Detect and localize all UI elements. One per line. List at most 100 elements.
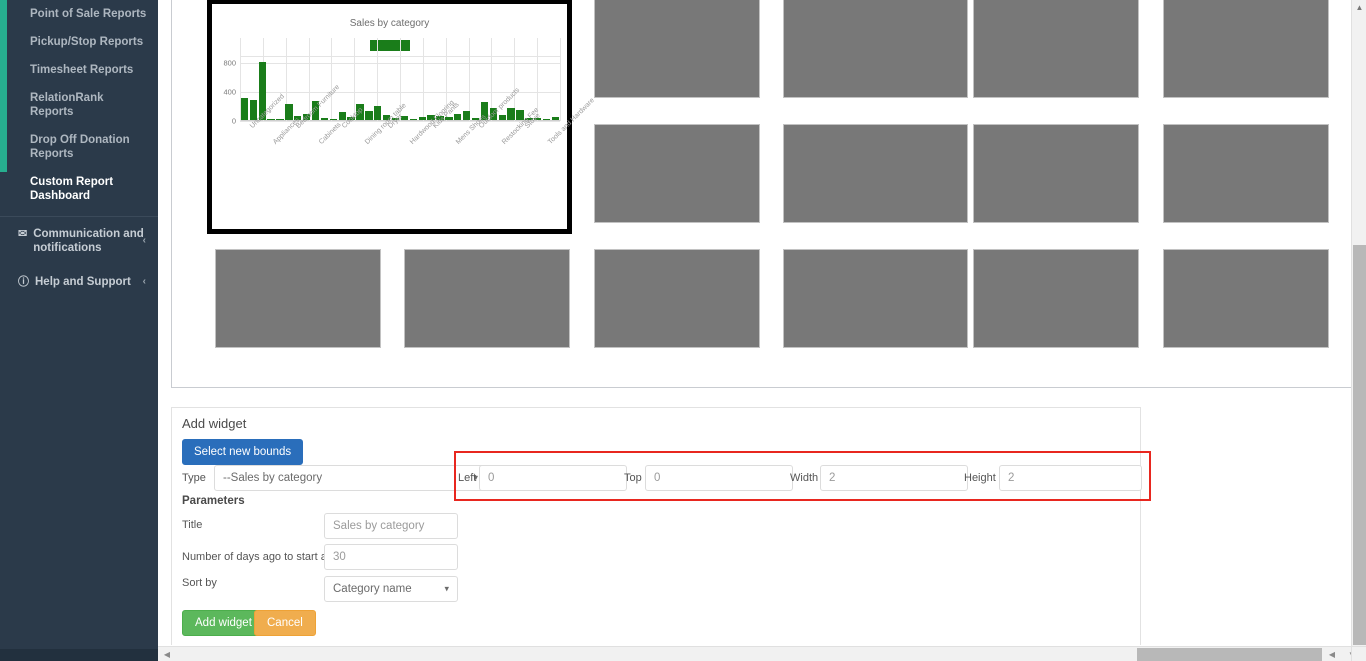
chart-gridline-v (331, 38, 333, 121)
help-circle-icon: ⓘ (18, 276, 29, 288)
bounds-label-width: Width (790, 472, 819, 484)
widget-placeholder[interactable] (594, 249, 760, 348)
dashboard-canvas[interactable]: Sales by category 0 400 800 Uncategorized A… (171, 0, 1353, 388)
widget-placeholder[interactable] (783, 0, 968, 98)
bounds-input-height[interactable] (999, 465, 1142, 491)
chart-x-tick-label: Cabinets (318, 121, 343, 146)
chart-bar (374, 105, 382, 120)
sidebar-section-0[interactable]: ✉ Communication and notifications ‹ (0, 217, 158, 265)
sidebar-nav-list: Point of Sale Reports Pickup/Stop Reports… (0, 0, 158, 299)
bounds-input-width[interactable] (820, 465, 968, 491)
sidebar-item-2[interactable]: Timesheet Reports (0, 56, 158, 84)
select-new-bounds-button[interactable]: Select new bounds (182, 439, 304, 465)
scrollbar-corner (1351, 646, 1366, 661)
widget-placeholder[interactable] (215, 249, 381, 348)
chevron-left-icon: ‹ (142, 235, 146, 246)
widget-placeholder[interactable] (1163, 249, 1329, 348)
chart-container: Sales by category 0 400 800 Uncategorized A… (212, 4, 596, 229)
param-input-1[interactable] (324, 544, 458, 570)
add-widget-submit-button[interactable]: Add widget (182, 610, 265, 636)
chart-legend-swatch (369, 40, 410, 51)
chart-bar (418, 117, 426, 120)
sidebar-section-1[interactable]: ⓘ Help and Support ‹ (0, 265, 158, 299)
parameters-heading: Parameters (182, 495, 245, 507)
chart-bar (507, 108, 515, 120)
bounds-label-top: Top (624, 472, 642, 484)
sort-by-select[interactable]: Category name ▾ (324, 576, 458, 602)
widget-placeholder[interactable] (973, 124, 1139, 223)
chart-bar (285, 104, 293, 120)
bounds-input-left[interactable] (479, 465, 627, 491)
chart-y-tick-label: 400 (223, 87, 236, 97)
chart-gridline-v (422, 38, 424, 121)
widget-placeholder[interactable] (783, 249, 968, 348)
vertical-scrollbar-thumb[interactable] (1353, 245, 1366, 645)
sidebar-item-label: Point of Sale Reports (30, 8, 147, 20)
type-label: Type (182, 472, 206, 484)
chart-bar (240, 98, 249, 120)
sidebar-item-label: Timesheet Reports (30, 64, 134, 76)
app-root: Point of Sale Reports Pickup/Stop Reports… (0, 0, 1366, 661)
widget-placeholder[interactable] (783, 124, 968, 223)
chart-bar (267, 119, 275, 120)
type-select[interactable]: --Sales by category ▾ (214, 465, 487, 491)
main-content: Sales by category 0 400 800 Uncategorized A… (158, 0, 1353, 661)
chart-y-tick-label: 800 (223, 58, 236, 68)
chart-bar (276, 119, 284, 120)
form-heading: Add widget (182, 416, 247, 431)
widget-placeholder[interactable] (594, 0, 760, 98)
sidebar-item-label: Pickup/Stop Reports (30, 36, 144, 48)
chart-title: Sales by category (349, 18, 430, 29)
vertical-scrollbar[interactable]: ▲ (1351, 0, 1366, 647)
chart-bar (463, 110, 471, 120)
widget-placeholder[interactable] (1163, 0, 1329, 98)
chart-bar (409, 119, 417, 120)
cancel-button[interactable]: Cancel (254, 610, 316, 636)
sidebar-footer-block (0, 649, 158, 661)
sidebar-item-3[interactable]: RelationRank Reports (0, 84, 158, 126)
bounds-label-height: Height (964, 472, 996, 484)
chart-bar (320, 117, 329, 120)
horizontal-scrollbar[interactable]: ◀ ◀ ▼ (158, 646, 1356, 661)
scroll-right-icon[interactable]: ◀ (1324, 647, 1340, 661)
chart-bar (338, 112, 346, 120)
sidebar-item-0[interactable]: Point of Sale Reports (0, 0, 158, 28)
chart-bar (454, 113, 462, 120)
chart-bar (498, 114, 506, 120)
widget-placeholder[interactable] (973, 0, 1139, 98)
chart-widget-selected[interactable]: Sales by category 0 400 800 Uncategorized A… (207, 0, 596, 234)
sidebar-item-label: Drop Off Donation Reports (30, 134, 130, 160)
envelope-icon: ✉ (18, 228, 28, 240)
scroll-left-icon[interactable]: ◀ (160, 647, 174, 661)
sidebar-section-label: Communication and notifications (33, 228, 144, 254)
add-widget-form: Add widget Select new bounds Type --Sale… (171, 407, 1151, 652)
chevron-left-icon: ‹ (142, 276, 146, 287)
chart-gridline-v (308, 38, 310, 121)
sidebar-item-5[interactable]: Custom Report Dashboard (0, 168, 158, 210)
chart-bar (365, 110, 373, 120)
bounds-input-top[interactable] (645, 465, 793, 491)
chart-bar (329, 119, 337, 120)
chart-gridline-v (560, 38, 561, 121)
widget-placeholder[interactable] (973, 249, 1139, 348)
widget-placeholder[interactable] (404, 249, 570, 348)
sidebar: Point of Sale Reports Pickup/Stop Reports… (0, 0, 158, 661)
bounds-label-left: Left (458, 472, 477, 484)
param-input-0[interactable] (324, 513, 458, 539)
chart-gridline-v (354, 38, 356, 121)
sidebar-item-1[interactable]: Pickup/Stop Reports (0, 28, 158, 56)
sidebar-item-4[interactable]: Drop Off Donation Reports (0, 126, 158, 168)
widget-placeholder[interactable] (594, 124, 760, 223)
param-label-0: Title (182, 519, 203, 531)
horizontal-scrollbar-thumb[interactable] (1137, 648, 1322, 661)
chart-gridline-v (468, 38, 470, 121)
param-label-2: Sort by (182, 577, 217, 589)
scroll-up-icon[interactable]: ▲ (1352, 0, 1366, 16)
widget-placeholder[interactable] (1163, 124, 1329, 223)
type-select-value: --Sales by category (223, 472, 323, 484)
chart-bar (551, 117, 560, 120)
chart-y-tick-label: 0 (231, 116, 236, 126)
chevron-down-icon: ▾ (444, 583, 449, 594)
sidebar-item-label: RelationRank Reports (30, 92, 104, 118)
sidebar-section-label: Help and Support (35, 276, 131, 288)
